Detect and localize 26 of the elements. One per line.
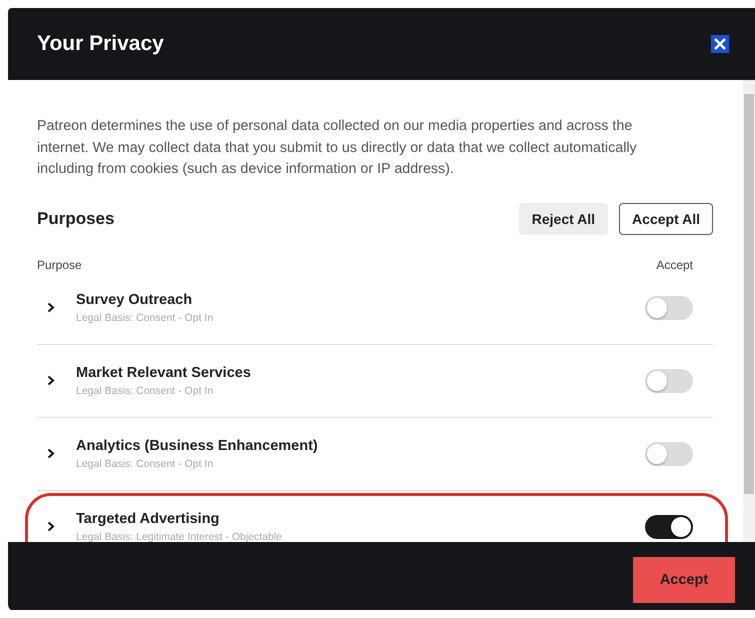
toggle-switch[interactable] — [645, 442, 693, 466]
reject-all-button[interactable]: Reject All — [518, 202, 608, 234]
section-title: Purposes — [37, 208, 114, 228]
legal-basis: Legal Basis: Legitimate Interest - Objectable — [76, 530, 284, 542]
toggle-switch[interactable] — [645, 514, 693, 538]
legal-basis: Legal Basis: Consent - Opt In — [76, 312, 214, 324]
accept-button[interactable]: Accept — [633, 557, 735, 603]
purpose-name: Targeted Advertising — [76, 510, 220, 526]
scrollbar[interactable] — [743, 80, 755, 542]
purpose-name: Analytics (Business Enhancement) — [76, 438, 319, 454]
toggle-switch[interactable] — [645, 368, 693, 392]
dialog-title: Your Privacy — [37, 32, 164, 56]
chevron-icon[interactable] — [47, 448, 55, 459]
column-header: Purpose — [37, 258, 82, 272]
purpose-name: Survey Outreach — [76, 292, 194, 308]
column-header: Accept — [656, 258, 693, 272]
chevron-icon[interactable] — [47, 521, 55, 532]
legal-basis: Legal Basis: Consent - Opt In — [76, 458, 214, 470]
accept-all-button[interactable]: Accept All — [619, 202, 713, 234]
purpose-name: Market Relevant Services — [76, 364, 252, 380]
close-icon[interactable] — [711, 35, 729, 53]
legal-basis: Legal Basis: Consent - Opt In — [76, 384, 214, 396]
chevron-icon[interactable] — [47, 302, 55, 313]
chevron-icon[interactable] — [47, 375, 55, 386]
description: Patreon determines the use of personal data collected on our media properties and across the internet. We may collect data that you submit to us directly or data that we collect automatically including from cookies (such as device information or IP address). — [37, 117, 638, 179]
toggle-switch[interactable] — [645, 296, 693, 320]
